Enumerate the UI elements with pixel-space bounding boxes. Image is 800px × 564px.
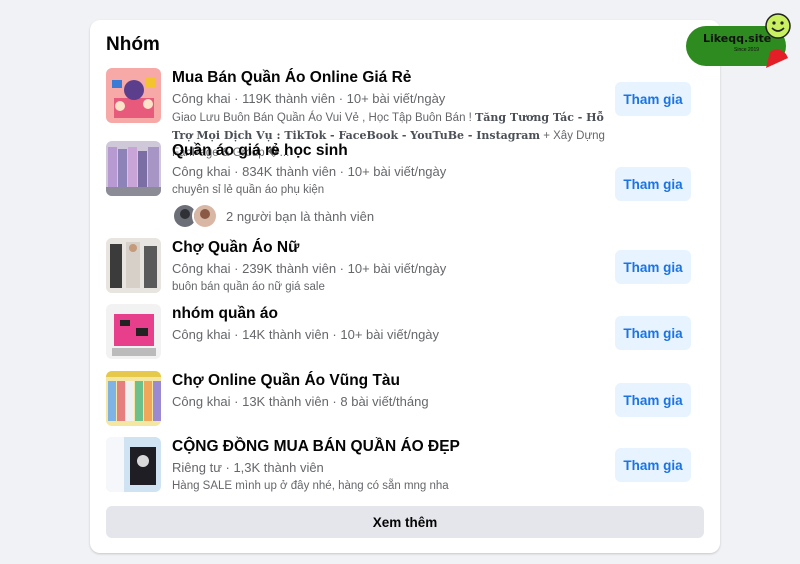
mutual-friends-text: 2 người bạn là thành viên <box>226 208 375 224</box>
smiley-icon <box>765 13 791 39</box>
see-more-button[interactable]: Xem thêm <box>106 506 704 538</box>
watermark-subtext: Since 2019 <box>734 47 760 53</box>
group-name[interactable]: Mua Bán Quần Áo Online Giá Rẻ <box>172 68 622 88</box>
group-name[interactable]: Chợ Quần Áo Nữ <box>172 238 622 258</box>
group-meta: Công khai · 239K thành viên · 10+ bài vi… <box>172 261 447 276</box>
group-description: buôn bán quần áo nữ giá sale <box>172 281 325 293</box>
groups-card: Nhóm Mua Bán Quần Áo Online Giá Rẻ Công … <box>90 20 720 553</box>
group-info: CỘNG ĐỒNG MUA BÁN QUẦN ÁO ĐẸP Riêng tư ·… <box>172 437 622 495</box>
group-cover-image[interactable] <box>106 141 161 196</box>
group-meta: Công khai · 834K thành viên · 10+ bài vi… <box>172 164 447 179</box>
section-title: Nhóm <box>106 34 160 55</box>
group-description: Hàng SALE mình up ở đây nhé, hàng có sẵn… <box>172 480 449 492</box>
join-button[interactable]: Tham gia <box>615 82 691 116</box>
group-info: Chợ Online Quần Áo Vũng Tàu Công khai · … <box>172 371 622 411</box>
join-button[interactable]: Tham gia <box>615 167 691 201</box>
group-info: Chợ Quần Áo Nữ Công khai · 239K thành vi… <box>172 238 622 296</box>
group-info: Quần áo giá rẻ học sinh Công khai · 834K… <box>172 141 622 199</box>
group-cover-image[interactable] <box>106 304 161 359</box>
group-name[interactable]: Chợ Online Quần Áo Vũng Tàu <box>172 371 622 391</box>
group-meta: Riêng tư · 1,3K thành viên <box>172 460 324 475</box>
join-button[interactable]: Tham gia <box>615 448 691 482</box>
watermark-logo: Likeqq.site Since 2019 <box>686 13 791 70</box>
group-meta: Công khai · 119K thành viên · 10+ bài vi… <box>172 91 446 106</box>
group-name[interactable]: Quần áo giá rẻ học sinh <box>172 141 622 161</box>
red-shape-icon <box>766 49 788 68</box>
mutual-friends: 2 người bạn là thành viên <box>172 203 374 229</box>
group-description: chuyên sỉ lẻ quần áo phụ kiện <box>172 184 325 196</box>
join-button[interactable]: Tham gia <box>615 316 691 350</box>
group-name[interactable]: nhóm quần áo <box>172 304 622 324</box>
group-name[interactable]: CỘNG ĐỒNG MUA BÁN QUẦN ÁO ĐẸP <box>172 437 622 457</box>
friend-avatar[interactable] <box>192 203 218 229</box>
join-button[interactable]: Tham gia <box>615 250 691 284</box>
group-meta: Công khai · 13K thành viên · 8 bài viết/… <box>172 394 429 409</box>
watermark-text: Likeqq.site <box>703 32 772 45</box>
group-meta: Công khai · 14K thành viên · 10+ bài viế… <box>172 327 440 342</box>
join-button[interactable]: Tham gia <box>615 383 691 417</box>
group-cover-image[interactable] <box>106 238 161 293</box>
group-cover-image[interactable] <box>106 371 161 426</box>
group-cover-image[interactable] <box>106 68 161 123</box>
group-cover-image[interactable] <box>106 437 161 492</box>
group-description-plain: Giao Lưu Buôn Bán Quần Áo Vui Vẻ , Học T… <box>172 112 476 124</box>
group-info: nhóm quần áo Công khai · 14K thành viên … <box>172 304 622 344</box>
